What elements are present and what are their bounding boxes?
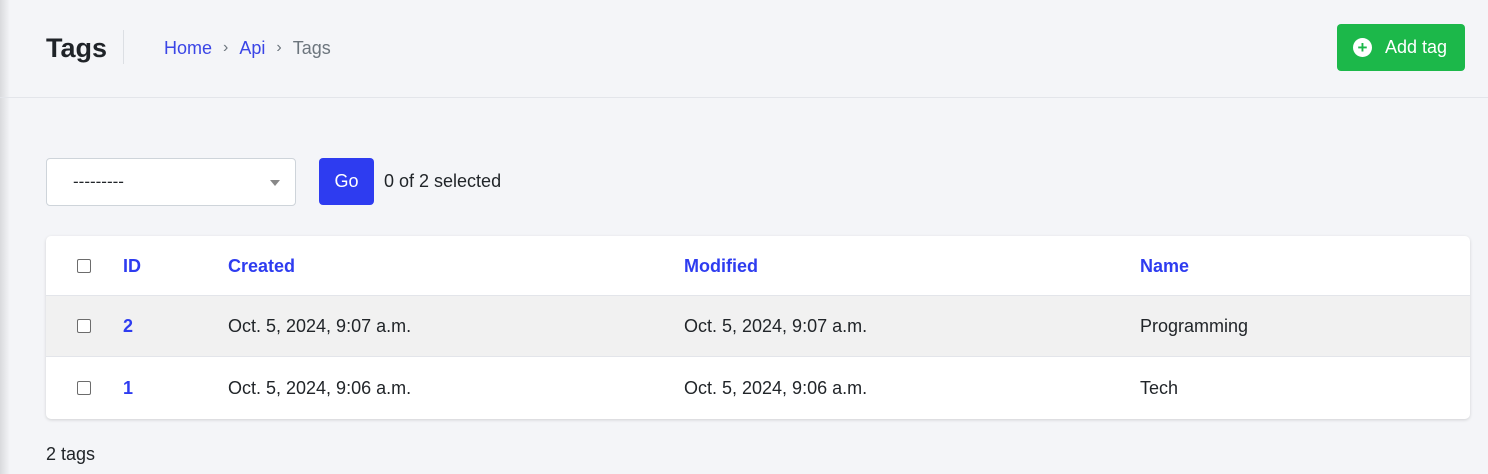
row-id-link[interactable]: 2 [123, 314, 133, 338]
result-count: 2 tags [46, 444, 96, 464]
table-row: 1 Oct. 5, 2024, 9:06 a.m. Oct. 5, 2024, … [46, 357, 1470, 418]
row-name: Programming [1140, 316, 1249, 336]
breadcrumb-current: Tags [292, 38, 331, 58]
add-tag-label: Add tag [1385, 37, 1448, 57]
row-id-link[interactable]: 1 [123, 376, 133, 400]
row-created: Oct. 5, 2024, 9:07 a.m. [228, 316, 412, 336]
bulk-action-value: --------- [73, 172, 124, 191]
caret-down-icon [270, 180, 280, 186]
column-header-name[interactable]: Name [1140, 254, 1189, 278]
breadcrumb-separator: › [276, 39, 282, 56]
plus-circle-icon: + [1353, 38, 1372, 57]
breadcrumb: Home › Api › Tags [164, 36, 331, 60]
go-button[interactable]: Go [319, 158, 374, 205]
row-checkbox[interactable] [77, 380, 91, 395]
select-all-checkbox[interactable] [77, 258, 91, 273]
row-name: Tech [1140, 377, 1179, 398]
row-checkbox[interactable] [77, 319, 91, 333]
column-header-modified[interactable]: Modified [684, 254, 758, 278]
breadcrumb-home-link[interactable]: Home [164, 36, 212, 60]
breadcrumb-api-link[interactable]: Api [239, 36, 265, 60]
table-header-row: ID Created Modified Name [46, 236, 1470, 296]
selection-counter: 0 of 2 selected [384, 171, 502, 191]
page-header: Tags Home › Api › Tags + Add tag [0, 0, 1488, 98]
tags-table: ID Created Modified Name 2 Oct. 5, 2024,… [46, 236, 1470, 419]
add-tag-button[interactable]: + Add tag [1337, 24, 1465, 71]
title-divider [123, 30, 124, 64]
row-modified: Oct. 5, 2024, 9:07 a.m. [684, 316, 868, 336]
row-created: Oct. 5, 2024, 9:06 a.m. [228, 377, 412, 398]
column-header-created[interactable]: Created [228, 254, 295, 278]
breadcrumb-separator: › [223, 39, 229, 56]
page-title: Tags [46, 33, 108, 63]
bulk-action-select[interactable]: --------- [46, 158, 296, 206]
row-modified: Oct. 5, 2024, 9:06 a.m. [684, 377, 868, 398]
table-row: 2 Oct. 5, 2024, 9:07 a.m. Oct. 5, 2024, … [46, 296, 1470, 357]
column-header-id[interactable]: ID [123, 254, 141, 278]
